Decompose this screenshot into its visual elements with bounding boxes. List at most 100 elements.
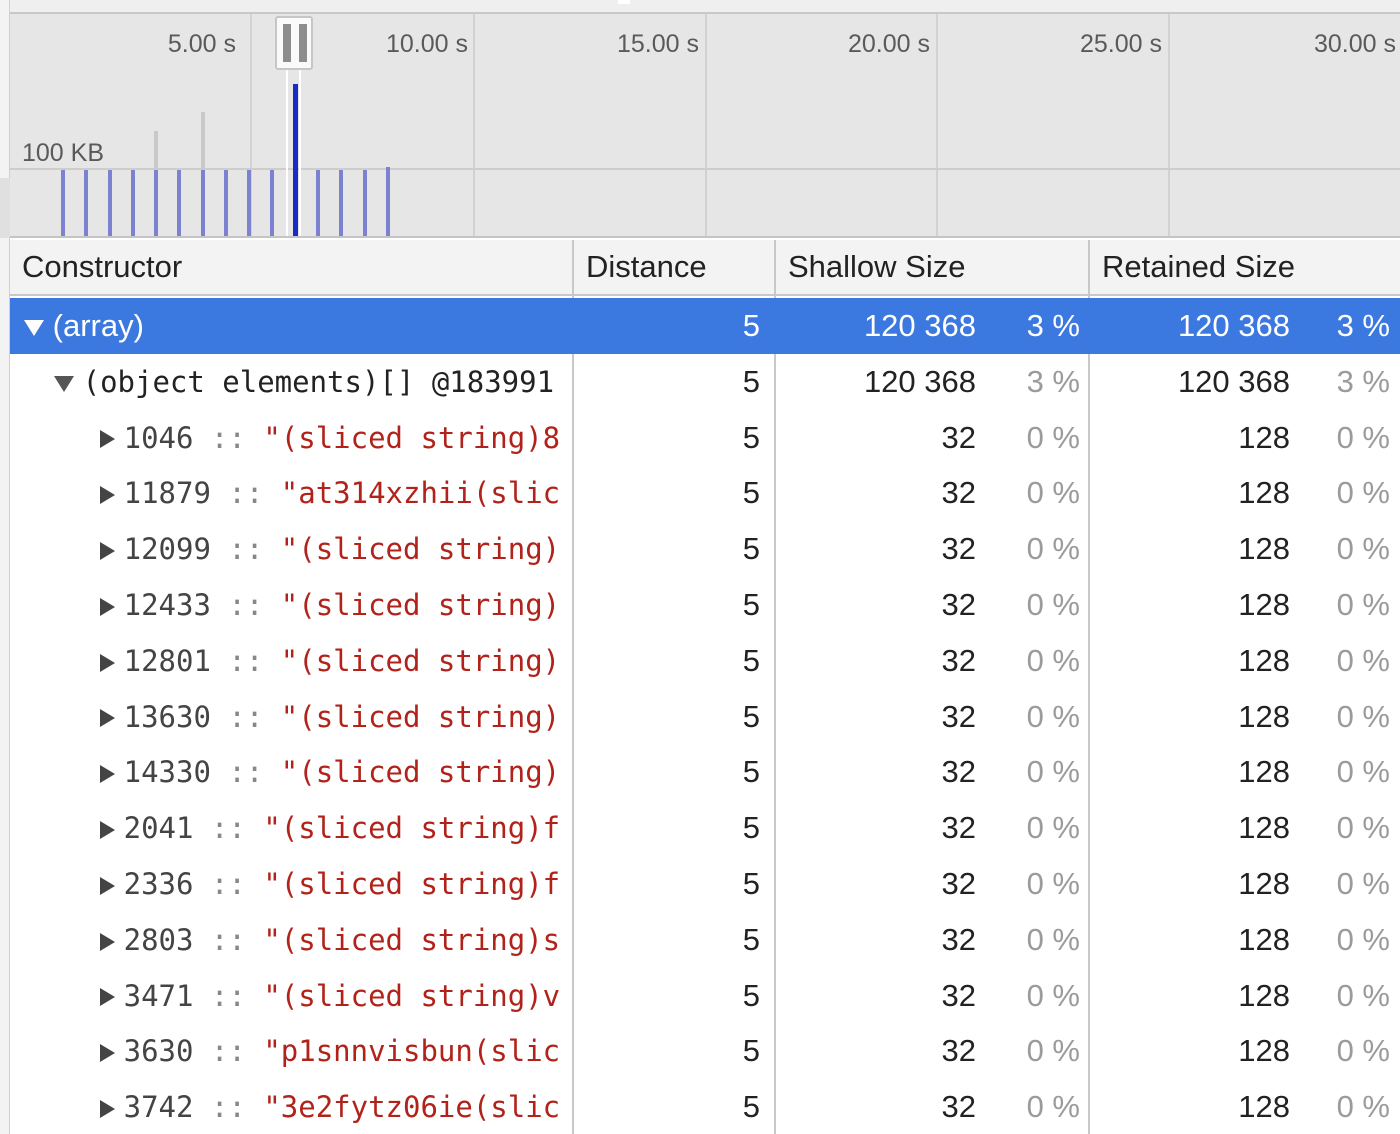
separator: ::: [210, 643, 281, 678]
separator: ::: [193, 420, 264, 455]
expand-triangle-icon[interactable]: [100, 1099, 115, 1118]
separator: ::: [193, 978, 264, 1013]
shallow-size-value: 32: [941, 586, 976, 622]
string-value: "3e2fytz06ie(slic: [263, 1090, 561, 1125]
shallow-size-value: 32: [941, 531, 976, 567]
array-index: 2803: [123, 922, 194, 957]
expand-triangle-icon[interactable]: [100, 932, 115, 951]
table-row[interactable]: 12433 :: "(sliced string) 5 32 0 % 128 0 %: [10, 577, 1400, 633]
string-value: "(sliced string): [280, 755, 561, 790]
expand-triangle-icon[interactable]: [24, 319, 44, 336]
allocation-bar: [61, 170, 65, 236]
shallow-size-percent: 0 %: [1026, 419, 1080, 455]
retained-size-percent: 3 %: [1336, 363, 1390, 399]
allocation-bar: [339, 170, 343, 236]
shallow-size-value: 32: [941, 810, 976, 846]
distance-value: 5: [742, 865, 760, 901]
grip-icon: [283, 24, 291, 62]
object-name: (object elements)[] @183991: [82, 364, 555, 399]
shallow-size-value: 120 368: [863, 363, 976, 399]
table-row-root[interactable]: (array) 5 120 368 3 % 120 368 3 %: [10, 298, 1400, 354]
distance-value: 5: [742, 698, 760, 734]
shallow-size-value: 32: [941, 1089, 976, 1125]
string-value: "(sliced string)s: [263, 922, 561, 957]
timeline-tick-label: 5.00 s: [167, 30, 236, 58]
string-value: "(sliced string): [280, 699, 561, 734]
string-value: "(sliced string): [280, 643, 561, 678]
retained-size-percent: 0 %: [1336, 810, 1390, 846]
separator: ::: [210, 699, 281, 734]
allocation-bar: [154, 170, 158, 236]
expand-triangle-icon[interactable]: [100, 820, 115, 839]
table-row[interactable]: 1046 :: "(sliced string)8 5 32 0 % 128 0 %: [10, 410, 1400, 466]
retained-size-percent: 0 %: [1336, 419, 1390, 455]
expand-triangle-icon[interactable]: [100, 597, 115, 616]
allocation-timeline[interactable]: 5.00 s 10.00 s 15.00 s 20.00 s 25.00 s 3…: [10, 0, 1400, 238]
column-header-retained-size[interactable]: Retained Size: [1090, 240, 1400, 296]
selection-handle[interactable]: [275, 16, 313, 70]
string-value: "(sliced string)v: [263, 978, 561, 1013]
string-value: "(sliced string)f: [263, 811, 561, 846]
table-row[interactable]: 11879 :: "at314xzhii(slic 5 32 0 % 128 0 %: [10, 465, 1400, 521]
allocation-bar: [224, 170, 228, 236]
expand-triangle-icon[interactable]: [100, 709, 115, 728]
shallow-size-percent: 0 %: [1026, 531, 1080, 567]
shallow-size-percent: 0 %: [1026, 1089, 1080, 1125]
column-header-constructor[interactable]: Constructor: [10, 240, 572, 296]
expand-triangle-icon[interactable]: [100, 876, 115, 895]
table-row[interactable]: 3471 :: "(sliced string)v 5 32 0 % 128 0 %: [10, 968, 1400, 1024]
column-header-distance[interactable]: Distance: [574, 240, 774, 296]
shallow-size-value: 32: [941, 419, 976, 455]
heap-snapshot-table[interactable]: Constructor Distance Shallow Size Retain…: [10, 240, 1400, 1134]
distance-value: 5: [742, 921, 760, 957]
expand-triangle-icon[interactable]: [100, 486, 115, 505]
array-index: 12801: [123, 643, 211, 678]
expand-triangle-icon[interactable]: [54, 375, 74, 392]
table-row[interactable]: 12099 :: "(sliced string) 5 32 0 % 128 0 %: [10, 521, 1400, 577]
expand-triangle-icon[interactable]: [100, 1044, 115, 1063]
distance-value: 5: [742, 363, 760, 399]
table-row[interactable]: 2803 :: "(sliced string)s 5 32 0 % 128 0 %: [10, 912, 1400, 968]
shallow-size-percent: 0 %: [1026, 475, 1080, 511]
table-row-child[interactable]: (object elements)[] @183991 5 120 368 3 …: [10, 354, 1400, 410]
separator: ::: [210, 587, 281, 622]
table-row[interactable]: 12801 :: "(sliced string) 5 32 0 % 128 0 %: [10, 633, 1400, 689]
table-row[interactable]: 13630 :: "(sliced string) 5 32 0 % 128 0 %: [10, 689, 1400, 745]
shallow-size-percent: 0 %: [1026, 754, 1080, 790]
string-value: "at314xzhii(slic: [280, 476, 561, 511]
expand-triangle-icon[interactable]: [100, 542, 115, 560]
array-index: 13630: [123, 699, 211, 734]
shallow-size-percent: 3 %: [1026, 308, 1080, 343]
column-header-shallow-size[interactable]: Shallow Size: [776, 240, 1088, 296]
string-value: "(sliced string)8: [263, 420, 561, 455]
separator: ::: [210, 532, 281, 567]
expand-triangle-icon[interactable]: [100, 430, 115, 449]
table-row[interactable]: 2336 :: "(sliced string)f 5 32 0 % 128 0 %: [10, 856, 1400, 912]
shallow-size-percent: 0 %: [1026, 810, 1080, 846]
array-index: 3742: [123, 1090, 194, 1125]
shallow-size-percent: 0 %: [1026, 1033, 1080, 1069]
table-row[interactable]: 3630 :: "p1snnvisbun(slic 5 32 0 % 128 0 %: [10, 1023, 1400, 1079]
allocation-bar: [177, 170, 181, 236]
shallow-size-value: 32: [941, 1033, 976, 1069]
array-index: 12099: [123, 532, 211, 567]
allocation-bar: [201, 170, 205, 236]
string-value: "p1snnvisbun(slic: [263, 1034, 561, 1069]
expand-triangle-icon[interactable]: [100, 988, 115, 1007]
table-row[interactable]: 2041 :: "(sliced string)f 5 32 0 % 128 0 %: [10, 800, 1400, 856]
table-row[interactable]: 14330 :: "(sliced string) 5 32 0 % 128 0 %: [10, 744, 1400, 800]
expand-triangle-icon[interactable]: [100, 765, 115, 784]
table-header: Constructor Distance Shallow Size Retain…: [10, 240, 1400, 296]
retained-size-value: 128: [1238, 977, 1290, 1013]
string-value: "(sliced string)f: [263, 866, 561, 901]
retained-size-percent: 0 %: [1336, 698, 1390, 734]
expand-triangle-icon[interactable]: [100, 653, 115, 672]
shallow-size-percent: 0 %: [1026, 977, 1080, 1013]
timeline-tick-label: 25.00 s: [1079, 30, 1162, 58]
separator: ::: [193, 1034, 264, 1069]
shallow-size-percent: 0 %: [1026, 865, 1080, 901]
array-index: 3630: [123, 1034, 194, 1069]
timeline-tab-marker: [618, 0, 630, 4]
distance-value: 5: [742, 1089, 760, 1125]
table-row[interactable]: 3742 :: "3e2fytz06ie(slic 5 32 0 % 128 0 %: [10, 1079, 1400, 1134]
